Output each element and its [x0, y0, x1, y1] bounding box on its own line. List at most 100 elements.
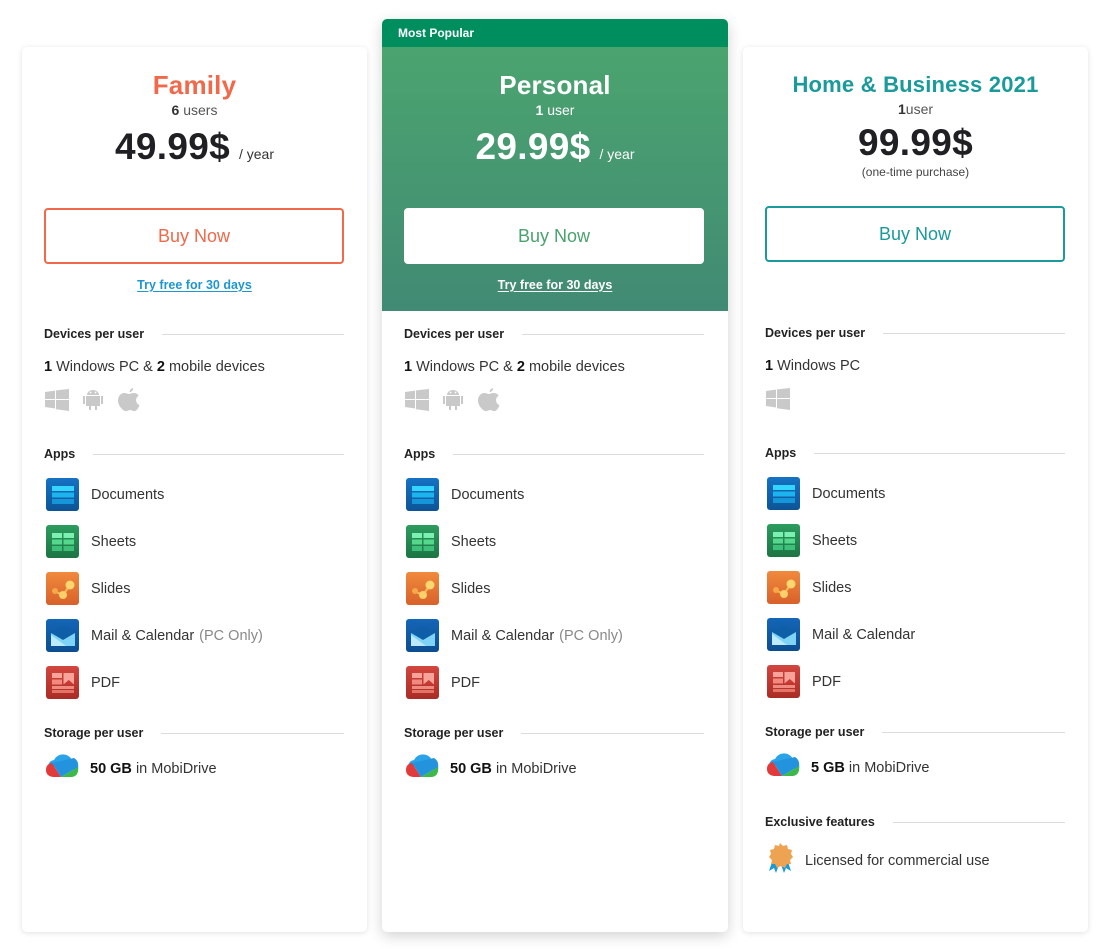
app-item-slides: Slides — [404, 565, 704, 612]
users-label: user — [547, 102, 575, 118]
divider — [882, 731, 1065, 733]
buy-now-button[interactable]: Buy Now — [44, 208, 344, 264]
divider — [521, 732, 704, 734]
pdf-icon — [46, 666, 79, 699]
award-badge-icon — [765, 841, 795, 880]
price-row: 49.99$ / year — [22, 126, 367, 168]
app-label: PDF — [451, 674, 480, 691]
android-icon — [80, 387, 106, 413]
plan-card-personal: Most Popular Personal 1 user 29.99$ / ye… — [382, 19, 728, 932]
price: 29.99$ — [475, 126, 591, 167]
apple-icon — [116, 387, 142, 413]
sheets-icon — [406, 525, 439, 558]
app-label: Sheets — [451, 533, 497, 550]
pc-text: Windows PC & — [56, 359, 153, 375]
app-label: Mail & Calendar — [91, 627, 195, 644]
users-count: 1 — [897, 101, 906, 117]
section-title: Apps — [404, 447, 704, 461]
mail-calendar-icon — [767, 618, 800, 651]
pc-count: 1 — [765, 358, 774, 374]
plan-name: Personal — [499, 70, 611, 100]
storage-text: 5 GB in MobiDrive — [811, 760, 929, 776]
app-item-documents: Documents — [404, 471, 704, 518]
app-item-documents: Documents — [765, 470, 1065, 517]
devices-text: 1 Windows PC — [765, 358, 1065, 374]
devices-text: 1 Windows PC & 2 mobile devices — [44, 359, 344, 375]
exclusive-features-section: Exclusive features Licensed for commerci… — [765, 815, 1065, 880]
section-title: Storage per user — [404, 726, 704, 740]
storage-section: Storage per user 50 GB in MobiDrive — [404, 726, 704, 783]
buy-now-button[interactable]: Buy Now — [765, 206, 1065, 262]
divider — [883, 332, 1065, 334]
app-note: (PC Only) — [559, 627, 623, 644]
divider — [814, 452, 1065, 454]
app-label: Sheets — [91, 533, 137, 550]
mobidrive-cloud-icon — [765, 753, 801, 782]
pc-text: Windows PC — [777, 358, 861, 374]
users-count: 1 — [535, 102, 544, 118]
plan-header: Family 6 users 49.99$ / year — [22, 47, 367, 168]
feature-label: Licensed for commercial use — [805, 852, 990, 869]
mobile-text: mobile devices — [168, 359, 265, 375]
apps-section: Apps Documents Sheets Slides Mail & Cale… — [765, 446, 1065, 705]
storage-row: 50 GB in MobiDrive — [404, 754, 704, 783]
storage-text: 50 GB in MobiDrive — [450, 761, 577, 777]
try-free-link[interactable]: Try free for 30 days — [382, 278, 728, 292]
os-icons — [44, 387, 344, 413]
storage-amount: 5 GB — [811, 759, 845, 776]
app-label: Mail & Calendar — [812, 626, 916, 643]
plan-header: Home & Business 2021 1user 99.99$ (one-t… — [743, 47, 1088, 179]
try-free-link[interactable]: Try free for 30 days — [22, 278, 367, 292]
app-label: Documents — [812, 485, 886, 502]
plan-card-home-business: Home & Business 2021 1user 99.99$ (one-t… — [743, 47, 1088, 932]
app-label: Slides — [812, 579, 852, 596]
section-title: Devices per user — [44, 327, 344, 341]
section-title: Apps — [765, 446, 1065, 460]
devices-section: Devices per user 1 Windows PC — [765, 326, 1065, 412]
app-list: Documents Sheets Slides Mail & Calendar … — [765, 470, 1065, 705]
app-item-pdf: PDF — [44, 659, 344, 706]
price: 49.99$ — [115, 126, 230, 167]
section-title-text: Devices per user — [765, 326, 866, 340]
price-period: / year — [599, 146, 635, 162]
section-title: Storage per user — [44, 726, 344, 740]
storage-amount: 50 GB — [90, 760, 132, 777]
devices-section: Devices per user 1 Windows PC & 2 mobile… — [44, 327, 344, 413]
price-period: / year — [238, 146, 274, 162]
buy-now-button[interactable]: Buy Now — [404, 208, 704, 264]
slides-icon — [46, 572, 79, 605]
storage-amount: 50 GB — [450, 760, 492, 777]
app-label: Documents — [91, 486, 165, 503]
section-title: Apps — [44, 447, 344, 461]
slides-icon — [406, 572, 439, 605]
price: 99.99$ — [858, 122, 973, 163]
storage-location: in MobiDrive — [135, 760, 217, 777]
os-icons — [404, 387, 704, 413]
apps-section: Apps Documents Sheets Slides Mail & Cale… — [44, 447, 344, 706]
sheets-icon — [767, 524, 800, 557]
section-title: Exclusive features — [765, 815, 1065, 829]
app-note: (PC Only) — [199, 627, 263, 644]
storage-text: 50 GB in MobiDrive — [90, 761, 217, 777]
app-label: Mail & Calendar — [451, 627, 555, 644]
users-label: user — [905, 101, 934, 117]
pdf-icon — [406, 666, 439, 699]
price-row: 99.99$ — [743, 122, 1088, 164]
storage-row: 5 GB in MobiDrive — [765, 753, 1065, 782]
app-item-slides: Slides — [44, 565, 344, 612]
os-icons — [765, 386, 1065, 412]
app-label: Slides — [451, 580, 491, 597]
pc-text: Windows PC & — [416, 359, 513, 375]
app-item-sheets: Sheets — [44, 518, 344, 565]
devices-text: 1 Windows PC & 2 mobile devices — [404, 359, 704, 375]
app-list: Documents Sheets Slides Mail & Calendar(… — [44, 471, 344, 706]
plan-users: 1 user — [382, 102, 728, 118]
documents-icon — [767, 477, 800, 510]
app-label: Documents — [451, 486, 525, 503]
storage-section: Storage per user 5 GB in MobiDrive — [765, 725, 1065, 782]
documents-icon — [46, 478, 79, 511]
mail-calendar-icon — [406, 619, 439, 652]
windows-icon — [765, 386, 791, 412]
plan-users: 1user — [743, 101, 1088, 117]
pc-count: 1 — [44, 359, 53, 375]
